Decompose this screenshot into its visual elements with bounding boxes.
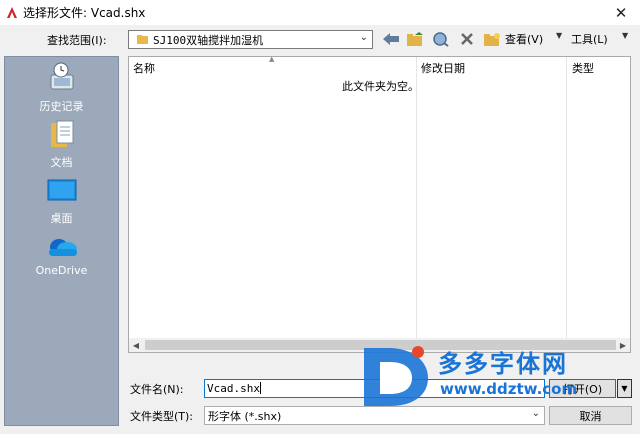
file-type-dropdown[interactable]: 形字体 (*.shx) ⌄ (204, 406, 545, 425)
views-menu[interactable]: 查看(V) (505, 31, 543, 47)
new-folder-button[interactable] (482, 30, 502, 48)
autocad-logo-icon (7, 7, 17, 18)
tools-dropdown-icon[interactable]: ▼ (622, 31, 628, 40)
delete-button[interactable] (457, 30, 477, 48)
look-in-value: SJ100双轴搅拌加湿机 (153, 33, 264, 47)
empty-folder-message: 此文件夹为空。 (342, 80, 419, 93)
column-header-name[interactable]: 名称 (133, 58, 155, 75)
place-label: 桌面 (50, 212, 73, 225)
places-bar: 历史记录 文档 桌面 OneDrive (4, 56, 119, 426)
chevron-down-icon: ⌄ (531, 408, 540, 419)
views-dropdown-icon[interactable]: ▼ (556, 31, 562, 40)
title-bar: 选择形文件: Vcad.shx ✕ (0, 0, 640, 25)
horizontal-scrollbar[interactable]: ◀ ▶ (129, 338, 630, 352)
sort-ascending-icon: ▲ (269, 55, 275, 63)
tools-menu[interactable]: 工具(L) (571, 31, 608, 47)
desktop-icon (47, 179, 76, 201)
new-folder-icon (484, 32, 500, 46)
up-folder-icon (407, 31, 423, 46)
file-name-input[interactable]: Vcad.shx (204, 379, 545, 398)
place-history[interactable]: 历史记录 (5, 61, 118, 114)
close-icon: ✕ (614, 3, 628, 22)
file-list[interactable]: 名称 ▲ 修改日期 类型 此文件夹为空。 ◀ ▶ (128, 55, 631, 353)
chevron-down-icon: ▼ (621, 384, 628, 393)
file-name-value: Vcad.shx (207, 382, 260, 395)
file-type-value: 形字体 (*.shx) (208, 409, 282, 423)
scroll-left-icon[interactable]: ◀ (129, 338, 143, 352)
column-header-date[interactable]: 修改日期 (421, 58, 465, 75)
history-icon (50, 62, 73, 90)
file-name-label: 文件名(N): (130, 383, 184, 396)
place-onedrive[interactable]: OneDrive (5, 233, 118, 277)
cancel-button[interactable]: 取消 (549, 406, 632, 425)
search-web-button[interactable] (431, 30, 451, 48)
place-label: OneDrive (35, 264, 88, 277)
up-folder-button[interactable] (405, 30, 425, 48)
documents-icon (50, 120, 73, 147)
place-documents[interactable]: 文档 (5, 119, 118, 170)
chevron-down-icon: ⌄ (359, 32, 368, 43)
close-button[interactable]: ✕ (602, 0, 640, 25)
open-options-button[interactable]: ▼ (617, 379, 632, 398)
open-button[interactable]: 打开(O) (549, 379, 616, 398)
cancel-button-label: 取消 (579, 409, 602, 423)
back-button[interactable] (381, 30, 401, 48)
scroll-right-icon[interactable]: ▶ (616, 338, 630, 352)
column-separator[interactable] (416, 57, 417, 340)
scrollbar-thumb[interactable] (145, 340, 616, 350)
onedrive-icon (48, 239, 77, 256)
place-label: 文档 (50, 156, 73, 169)
file-type-label: 文件类型(T): (130, 410, 194, 423)
open-button-label: 打开(O) (562, 382, 603, 396)
look-in-label: 查找范围(I): (47, 34, 107, 47)
place-desktop[interactable]: 桌面 (5, 177, 118, 226)
place-label: 历史记录 (39, 100, 84, 113)
look-in-dropdown[interactable]: SJ100双轴搅拌加湿机 ⌄ (128, 30, 373, 49)
search-icon (433, 32, 449, 47)
window-title: 选择形文件: Vcad.shx (23, 6, 146, 20)
back-arrow-icon (383, 33, 399, 45)
delete-icon (461, 33, 473, 45)
folder-icon (137, 35, 148, 44)
text-caret (259, 382, 261, 394)
column-separator[interactable] (566, 57, 567, 340)
column-header-type[interactable]: 类型 (572, 58, 594, 75)
